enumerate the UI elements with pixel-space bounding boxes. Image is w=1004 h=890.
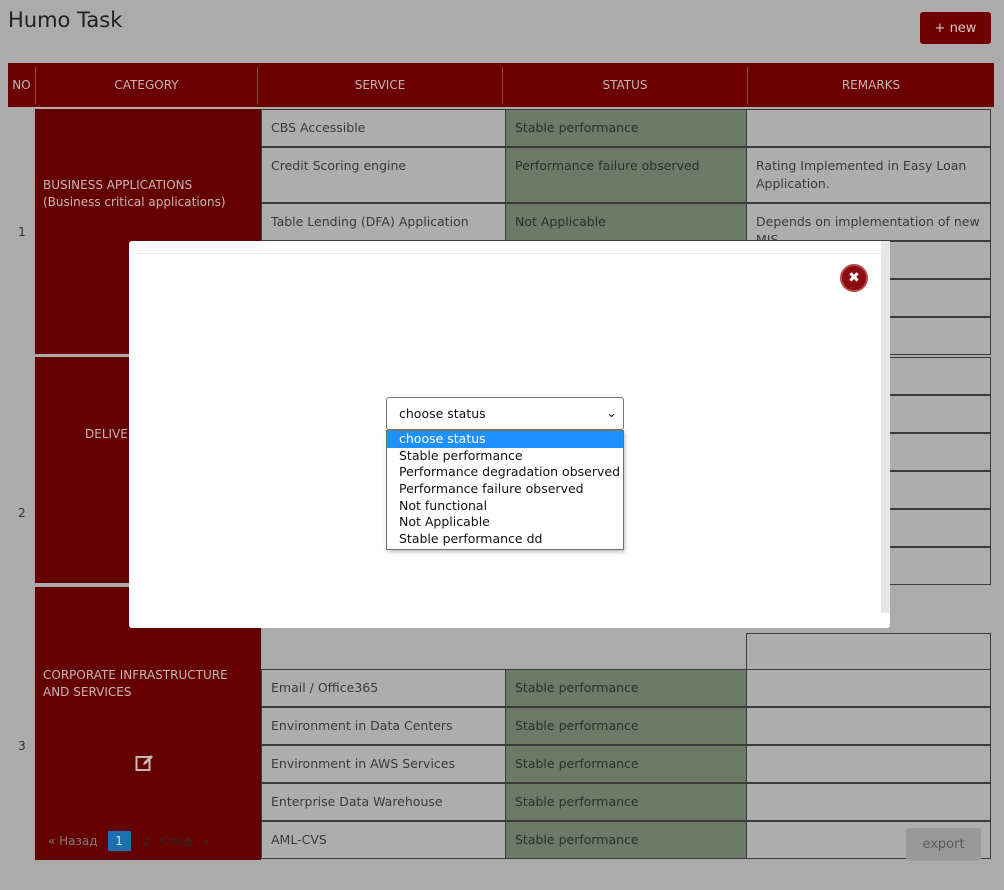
header-service: SERVICE — [258, 67, 503, 104]
service-cell: CBS Accessible — [261, 109, 506, 147]
page-title: Humo Task — [8, 8, 123, 32]
edit-icon[interactable] — [135, 753, 155, 773]
status-cell[interactable]: Stable performance — [505, 707, 747, 745]
status-option[interactable]: Stable performance — [387, 448, 623, 465]
service-cell: AML-CVS — [261, 821, 506, 859]
status-cell[interactable]: Stable performance — [505, 109, 747, 147]
remarks-cell: Rating Implemented in Easy Loan Applicat… — [746, 147, 991, 203]
status-options-list: choose status Stable performance Perform… — [386, 430, 624, 550]
pagination-page-1[interactable]: 1 — [107, 831, 131, 851]
status-cell[interactable]: Not Applicable — [505, 203, 747, 241]
status-option[interactable]: Performance failure observed — [387, 481, 623, 498]
new-button[interactable]: + new — [920, 12, 991, 44]
status-select-value: choose status — [399, 406, 486, 421]
remarks-cell — [746, 707, 991, 745]
remarks-cell — [746, 745, 991, 783]
modal-scrollbar[interactable] — [881, 241, 890, 613]
row-number: 1 — [18, 225, 26, 239]
remarks-cell — [746, 783, 991, 821]
export-button[interactable]: export — [906, 828, 981, 861]
status-cell[interactable]: Stable performance — [505, 669, 747, 707]
status-cell[interactable]: Performance failure observed — [505, 147, 747, 203]
service-cell: Email / Office365 — [261, 669, 506, 707]
pagination-page-2[interactable]: 2 — [143, 834, 151, 848]
table-header: NO CATEGORY SERVICE STATUS REMARKS — [8, 63, 994, 107]
header-no: NO — [8, 67, 36, 104]
modal-border — [133, 253, 882, 254]
status-cell[interactable]: Stable performance — [505, 783, 747, 821]
chevron-down-icon: ⌄ — [606, 406, 617, 421]
pagination-prev[interactable]: « Назад — [48, 834, 98, 848]
pagination: « Назад 1 2 След » — [48, 831, 219, 851]
status-cell[interactable]: Stable performance — [505, 821, 747, 859]
row-number: 2 — [18, 506, 26, 520]
service-cell: Credit Scoring engine — [261, 147, 506, 203]
status-select[interactable]: choose status ⌄ — [386, 397, 624, 430]
pagination-next[interactable]: След — [160, 834, 192, 848]
remarks-cell: Depends on implementation of new MIS — [746, 203, 991, 247]
pagination-next-arrow[interactable]: » — [202, 834, 209, 848]
service-cell: Enterprise Data Warehouse — [261, 783, 506, 821]
remarks-cell — [746, 633, 991, 671]
status-cell[interactable]: Stable performance — [505, 745, 747, 783]
status-option[interactable]: choose status — [387, 431, 623, 448]
status-option[interactable]: Stable performance dd — [387, 531, 623, 548]
service-cell: Table Lending (DFA) Application — [261, 203, 506, 241]
status-modal: ✖ choose status ⌄ choose status Stable p… — [129, 241, 890, 628]
status-option[interactable]: Performance degradation observed — [387, 464, 623, 481]
header-category: CATEGORY — [36, 67, 258, 104]
close-icon[interactable]: ✖ — [840, 264, 868, 292]
header-status: STATUS — [503, 67, 748, 104]
service-cell: Environment in AWS Services — [261, 745, 506, 783]
status-option[interactable]: Not functional — [387, 498, 623, 515]
service-cell: Environment in Data Centers — [261, 707, 506, 745]
remarks-cell — [746, 109, 991, 147]
header-remarks: REMARKS — [841, 78, 901, 92]
remarks-cell — [746, 669, 991, 707]
row-number: 3 — [18, 739, 26, 753]
status-option[interactable]: Not Applicable — [387, 514, 623, 531]
